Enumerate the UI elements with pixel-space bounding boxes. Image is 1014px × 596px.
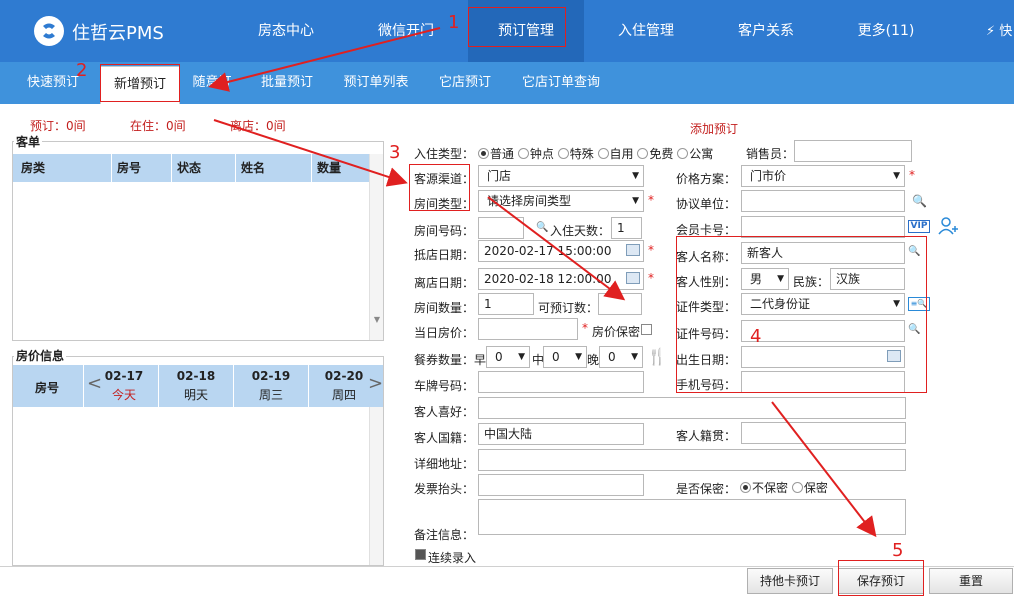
arrow-5	[771, 401, 877, 538]
arrow-3	[213, 119, 408, 187]
arrow-1	[208, 27, 441, 92]
arrow-2	[487, 196, 626, 301]
annotation-arrows	[208, 27, 877, 538]
